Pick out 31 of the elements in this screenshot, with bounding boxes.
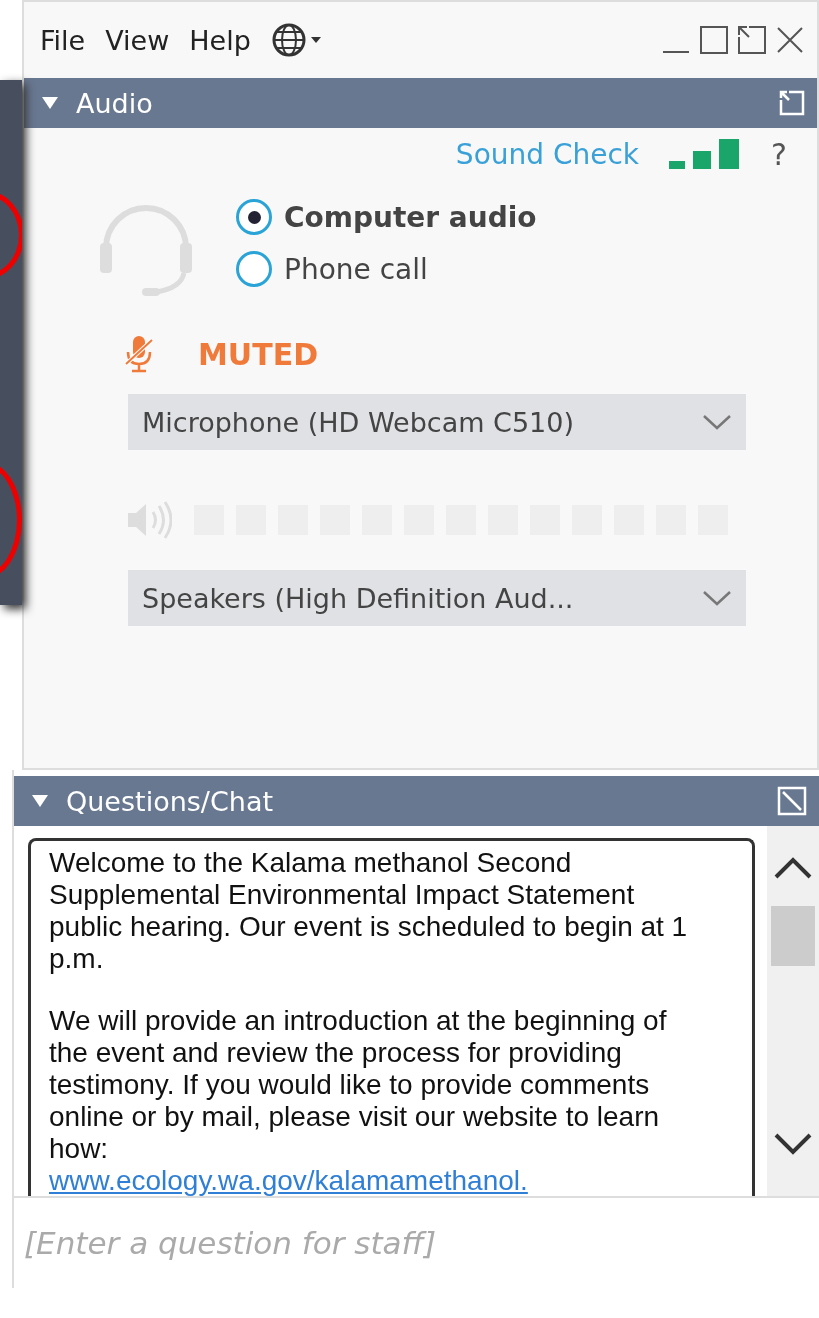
help-icon[interactable]: ? [771,136,787,172]
message-text: Welcome to the Kalama methanol Second Supplemental Environmental Impact Statement public hearing. Our event is scheduled to begin at 1 p.m. [49,847,689,975]
audio-panel-header[interactable]: Audio [24,78,817,128]
radio-button[interactable] [236,199,272,235]
menu-item[interactable]: File [40,24,86,56]
speakers-dropdown[interactable]: Speakers (High Definition Aud... [128,570,746,626]
website-link[interactable]: www.ecology.wa.gov/kalamamethanol. [49,1165,528,1196]
close-icon[interactable] [775,25,805,55]
chat-panel-header[interactable]: Questions/Chat [14,776,819,826]
scrollbar-thumb[interactable] [771,906,815,966]
radio-button[interactable] [236,251,272,287]
collapse-triangle-icon[interactable] [42,97,58,109]
menu-item[interactable]: View [105,24,170,56]
panel-title: Audio [76,87,153,119]
radio-label[interactable]: Phone call [284,252,428,286]
panel-title: Questions/Chat [66,785,274,817]
menu-item[interactable]: Help [189,24,251,56]
popout-icon[interactable] [737,25,767,55]
radio-label[interactable]: Computer audio [284,200,537,234]
muted-microphone-icon [124,334,154,374]
maximize-icon[interactable] [699,25,729,55]
mute-status: MUTED [198,336,319,372]
scroll-down-icon[interactable] [773,1132,813,1156]
chevron-down-icon [702,590,732,606]
collapse-triangle-icon[interactable] [32,795,48,807]
chevron-down-icon [702,414,732,430]
microphone-dropdown[interactable]: Microphone (HD Webcam C510) [128,394,746,450]
message-text: We will provide an introduction at the beginning of the event and review the process for providing testimony. If you would like to provide comments online or by mail, please visit our website to learn how: [49,1005,668,1165]
signal-bars-icon [669,139,742,169]
scroll-up-icon[interactable] [773,856,813,880]
speaker-icon [126,500,172,540]
